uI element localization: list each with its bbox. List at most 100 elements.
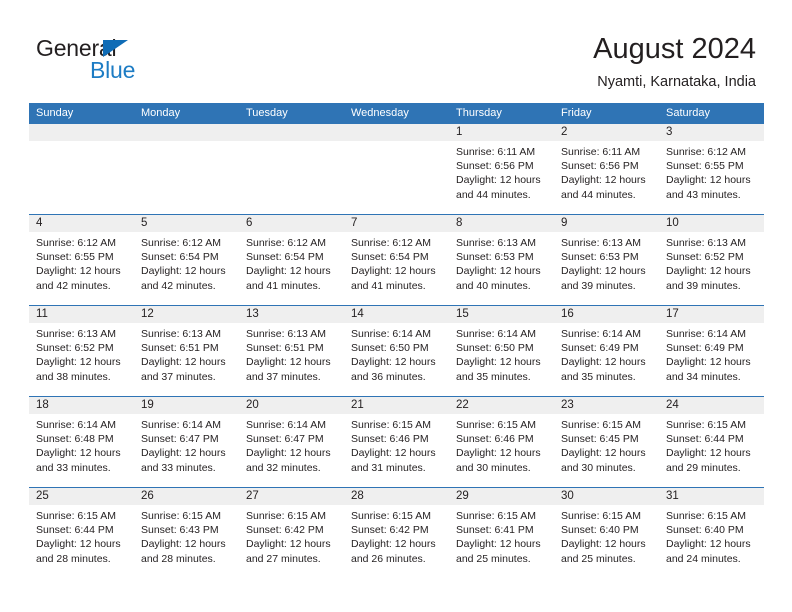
sunrise-text: Sunrise: 6:14 AM [561, 328, 641, 340]
weekday-monday: Monday [141, 107, 181, 119]
day-number: 22 [449, 397, 554, 414]
daylight-text-line2: and 44 minutes. [561, 188, 636, 201]
logo-text-blue: Blue [90, 57, 136, 83]
day-details: Sunrise: 6:12 AM Sunset: 6:54 PM Daylight:… [239, 232, 344, 293]
calendar-day-cell[interactable]: 27 Sunrise: 6:15 AM Sunset: 6:42 PM Dayligh… [239, 488, 344, 578]
calendar-week-row: 4 Sunrise: 6:12 AM Sunset: 6:55 PM Daylight… [29, 214, 764, 305]
day-number: 15 [449, 306, 554, 323]
daylight-text-line1: Daylight: 12 hours [456, 538, 541, 551]
daylight-text-line1: Daylight: 12 hours [351, 447, 436, 460]
daylight-text-line2: and 42 minutes. [36, 279, 111, 292]
day-number: 1 [449, 124, 554, 141]
sunrise-text: Sunrise: 6:15 AM [561, 510, 641, 522]
calendar-day-cell[interactable]: 10 Sunrise: 6:13 AM Sunset: 6:52 PM Dayligh… [659, 215, 764, 305]
day-details: Sunrise: 6:14 AM Sunset: 6:50 PM Daylight:… [449, 323, 554, 384]
sunset-text: Sunset: 6:42 PM [351, 524, 429, 537]
calendar-day-cell[interactable]: 5 Sunrise: 6:12 AM Sunset: 6:54 PM Daylight… [134, 215, 239, 305]
day-details: Sunrise: 6:15 AM Sunset: 6:41 PM Daylight:… [449, 505, 554, 566]
day-details: Sunrise: 6:15 AM Sunset: 6:45 PM Daylight:… [554, 414, 659, 475]
daylight-text-line1: Daylight: 12 hours [141, 447, 226, 460]
day-details: Sunrise: 6:14 AM Sunset: 6:50 PM Daylight:… [344, 323, 449, 384]
calendar-day-cell[interactable]: 4 Sunrise: 6:12 AM Sunset: 6:55 PM Daylight… [29, 215, 134, 305]
calendar-day-cell[interactable]: 25 Sunrise: 6:15 AM Sunset: 6:44 PM Dayligh… [29, 488, 134, 578]
daylight-text-line1: Daylight: 12 hours [141, 356, 226, 369]
calendar-day-cell[interactable]: 9 Sunrise: 6:13 AM Sunset: 6:53 PM Daylight… [554, 215, 659, 305]
daylight-text-line1: Daylight: 12 hours [36, 447, 121, 460]
calendar-day-cell[interactable]: 28 Sunrise: 6:15 AM Sunset: 6:42 PM Dayligh… [344, 488, 449, 578]
daylight-text-line1: Daylight: 12 hours [561, 174, 646, 187]
sunset-text: Sunset: 6:53 PM [456, 251, 534, 264]
calendar-day-cell[interactable]: 13 Sunrise: 6:13 AM Sunset: 6:51 PM Dayligh… [239, 306, 344, 396]
calendar-day-cell[interactable]: 24 Sunrise: 6:15 AM Sunset: 6:44 PM Dayligh… [659, 397, 764, 487]
daylight-text-line2: and 25 minutes. [456, 552, 531, 565]
daylight-text-line2: and 33 minutes. [36, 461, 111, 474]
calendar-day-cell[interactable]: 20 Sunrise: 6:14 AM Sunset: 6:47 PM Dayligh… [239, 397, 344, 487]
calendar-day-cell[interactable]: 15 Sunrise: 6:14 AM Sunset: 6:50 PM Dayligh… [449, 306, 554, 396]
daylight-text-line1: Daylight: 12 hours [561, 265, 646, 278]
daylight-text-line2: and 27 minutes. [246, 552, 321, 565]
daylight-text-line2: and 37 minutes. [141, 370, 216, 383]
day-number: 23 [554, 397, 659, 414]
sunset-text: Sunset: 6:49 PM [666, 342, 744, 355]
calendar-day-cell[interactable]: 3 Sunrise: 6:12 AM Sunset: 6:55 PM Daylight… [659, 124, 764, 214]
sunrise-text: Sunrise: 6:15 AM [456, 510, 536, 522]
calendar-week-row: 11 Sunrise: 6:13 AM Sunset: 6:52 PM Dayligh… [29, 305, 764, 396]
sunrise-text: Sunrise: 6:15 AM [246, 510, 326, 522]
sunset-text: Sunset: 6:53 PM [561, 251, 639, 264]
calendar-week-row: 1 Sunrise: 6:11 AM Sunset: 6:56 PM Daylight… [29, 124, 764, 214]
sunset-text: Sunset: 6:54 PM [246, 251, 324, 264]
day-number: 25 [29, 488, 134, 505]
daylight-text-line1: Daylight: 12 hours [246, 447, 331, 460]
daylight-text-line2: and 30 minutes. [456, 461, 531, 474]
calendar-day-cell[interactable]: 30 Sunrise: 6:15 AM Sunset: 6:40 PM Dayligh… [554, 488, 659, 578]
day-number [29, 124, 134, 141]
weekday-wednesday: Wednesday [351, 107, 409, 119]
daylight-text-line1: Daylight: 12 hours [666, 538, 751, 551]
daylight-text-line1: Daylight: 12 hours [351, 538, 436, 551]
daylight-text-line2: and 41 minutes. [246, 279, 321, 292]
weekday-saturday: Saturday [666, 107, 711, 119]
calendar-day-cell[interactable]: 18 Sunrise: 6:14 AM Sunset: 6:48 PM Dayligh… [29, 397, 134, 487]
calendar-day-cell[interactable]: 6 Sunrise: 6:12 AM Sunset: 6:54 PM Daylight… [239, 215, 344, 305]
sunrise-text: Sunrise: 6:12 AM [666, 146, 746, 158]
calendar-day-cell[interactable]: 14 Sunrise: 6:14 AM Sunset: 6:50 PM Dayligh… [344, 306, 449, 396]
calendar-day-cell[interactable]: 21 Sunrise: 6:15 AM Sunset: 6:46 PM Dayligh… [344, 397, 449, 487]
daylight-text-line1: Daylight: 12 hours [351, 265, 436, 278]
calendar-day-cell[interactable]: 22 Sunrise: 6:15 AM Sunset: 6:46 PM Dayligh… [449, 397, 554, 487]
daylight-text-line1: Daylight: 12 hours [666, 174, 751, 187]
sunset-text: Sunset: 6:55 PM [666, 160, 744, 173]
daylight-text-line1: Daylight: 12 hours [36, 265, 121, 278]
sunrise-text: Sunrise: 6:14 AM [36, 419, 116, 431]
day-number: 11 [29, 306, 134, 323]
sunrise-text: Sunrise: 6:14 AM [351, 328, 431, 340]
calendar-day-cell[interactable]: 16 Sunrise: 6:14 AM Sunset: 6:49 PM Dayligh… [554, 306, 659, 396]
calendar-day-cell[interactable]: 19 Sunrise: 6:14 AM Sunset: 6:47 PM Dayligh… [134, 397, 239, 487]
calendar-weeks: 1 Sunrise: 6:11 AM Sunset: 6:56 PM Daylight… [29, 124, 764, 578]
general-blue-logo[interactable]: General Blue [36, 36, 186, 84]
sunrise-text: Sunrise: 6:12 AM [36, 237, 116, 249]
calendar-day-cell[interactable]: 8 Sunrise: 6:13 AM Sunset: 6:53 PM Daylight… [449, 215, 554, 305]
day-details: Sunrise: 6:12 AM Sunset: 6:55 PM Daylight:… [659, 141, 764, 202]
calendar-day-cell[interactable]: 12 Sunrise: 6:13 AM Sunset: 6:51 PM Dayligh… [134, 306, 239, 396]
calendar-weekday-header: Sunday Monday Tuesday Wednesday Thursday… [29, 103, 764, 124]
day-number: 4 [29, 215, 134, 232]
daylight-text-line2: and 35 minutes. [456, 370, 531, 383]
calendar-day-cell[interactable]: 23 Sunrise: 6:15 AM Sunset: 6:45 PM Dayligh… [554, 397, 659, 487]
daylight-text-line1: Daylight: 12 hours [246, 538, 331, 551]
calendar-day-cell[interactable]: 26 Sunrise: 6:15 AM Sunset: 6:43 PM Dayligh… [134, 488, 239, 578]
daylight-text-line2: and 28 minutes. [36, 552, 111, 565]
calendar-day-cell[interactable]: 17 Sunrise: 6:14 AM Sunset: 6:49 PM Dayligh… [659, 306, 764, 396]
calendar-day-cell[interactable]: 1 Sunrise: 6:11 AM Sunset: 6:56 PM Daylight… [449, 124, 554, 214]
sunrise-text: Sunrise: 6:13 AM [246, 328, 326, 340]
day-number: 17 [659, 306, 764, 323]
calendar-day-cell[interactable]: 2 Sunrise: 6:11 AM Sunset: 6:56 PM Daylight… [554, 124, 659, 214]
calendar-day-cell[interactable]: 11 Sunrise: 6:13 AM Sunset: 6:52 PM Dayligh… [29, 306, 134, 396]
calendar-day-cell[interactable]: 7 Sunrise: 6:12 AM Sunset: 6:54 PM Daylight… [344, 215, 449, 305]
calendar-day-cell[interactable]: 31 Sunrise: 6:15 AM Sunset: 6:40 PM Dayligh… [659, 488, 764, 578]
sunset-text: Sunset: 6:50 PM [456, 342, 534, 355]
calendar-day-cell[interactable]: 29 Sunrise: 6:15 AM Sunset: 6:41 PM Dayligh… [449, 488, 554, 578]
day-number: 8 [449, 215, 554, 232]
sunset-text: Sunset: 6:46 PM [456, 433, 534, 446]
daylight-text-line2: and 31 minutes. [351, 461, 426, 474]
day-number: 18 [29, 397, 134, 414]
